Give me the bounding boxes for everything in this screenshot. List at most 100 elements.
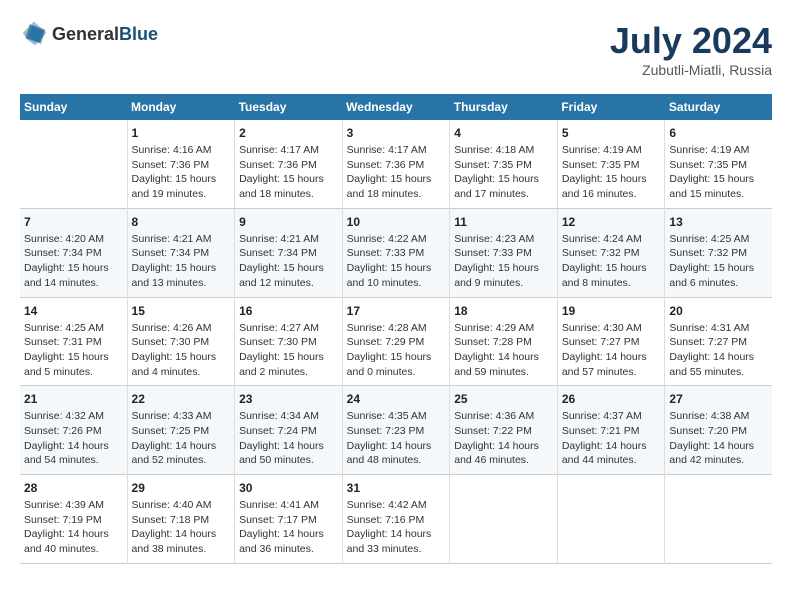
day-of-week-header: Monday — [127, 94, 235, 120]
day-details: Sunrise: 4:39 AM Sunset: 7:19 PM Dayligh… — [24, 498, 123, 557]
title-block: July 2024 Zubutli-Miatli, Russia — [610, 20, 772, 78]
day-details: Sunrise: 4:18 AM Sunset: 7:35 PM Dayligh… — [454, 143, 553, 202]
calendar-header-row: SundayMondayTuesdayWednesdayThursdayFrid… — [20, 94, 772, 120]
day-number: 20 — [669, 304, 768, 318]
calendar-cell: 21Sunrise: 4:32 AM Sunset: 7:26 PM Dayli… — [20, 386, 127, 475]
day-of-week-header: Saturday — [665, 94, 772, 120]
day-details: Sunrise: 4:26 AM Sunset: 7:30 PM Dayligh… — [132, 321, 231, 380]
day-details: Sunrise: 4:34 AM Sunset: 7:24 PM Dayligh… — [239, 409, 338, 468]
day-details: Sunrise: 4:40 AM Sunset: 7:18 PM Dayligh… — [132, 498, 231, 557]
day-number: 22 — [132, 392, 231, 406]
day-number: 24 — [347, 392, 446, 406]
day-details: Sunrise: 4:42 AM Sunset: 7:16 PM Dayligh… — [347, 498, 446, 557]
calendar-cell: 25Sunrise: 4:36 AM Sunset: 7:22 PM Dayli… — [450, 386, 558, 475]
day-details: Sunrise: 4:19 AM Sunset: 7:35 PM Dayligh… — [669, 143, 768, 202]
day-details: Sunrise: 4:21 AM Sunset: 7:34 PM Dayligh… — [132, 232, 231, 291]
calendar-week-row: 14 Sunrise: 4:25 AM Sunset: 7:31 PM Dayli… — [20, 297, 772, 386]
day-number: 23 — [239, 392, 338, 406]
logo: GeneralBlue — [20, 20, 158, 48]
day-number: 25 — [454, 392, 553, 406]
calendar-cell: 5 Sunrise: 4:19 AM Sunset: 7:35 PM Daylig… — [557, 120, 665, 208]
day-number: 26 — [562, 392, 661, 406]
calendar-cell: 22 Sunrise: 4:33 AM Sunset: 7:25 PM Dayli… — [127, 386, 235, 475]
calendar-cell — [665, 475, 772, 564]
calendar-cell: 19Sunrise: 4:30 AM Sunset: 7:27 PM Dayli… — [557, 297, 665, 386]
day-of-week-header: Sunday — [20, 94, 127, 120]
calendar-cell: 15Sunrise: 4:26 AM Sunset: 7:30 PM Dayli… — [127, 297, 235, 386]
day-details: Sunrise: 4:25 AM Sunset: 7:32 PM Dayligh… — [669, 232, 768, 291]
day-number: 11 — [454, 215, 553, 229]
day-number: 5 — [562, 126, 661, 140]
day-details: Sunrise: 4:25 AM Sunset: 7:31 PM Dayligh… — [24, 321, 123, 380]
day-number: 1 — [132, 126, 231, 140]
day-number: 4 — [454, 126, 553, 140]
day-of-week-header: Friday — [557, 94, 665, 120]
day-details: Sunrise: 4:29 AM Sunset: 7:28 PM Dayligh… — [454, 321, 553, 380]
calendar-cell: 4 Sunrise: 4:18 AM Sunset: 7:35 PM Daylig… — [450, 120, 558, 208]
day-number: 18 — [454, 304, 553, 318]
day-details: Sunrise: 4:37 AM Sunset: 7:21 PM Dayligh… — [562, 409, 661, 468]
day-details: Sunrise: 4:33 AM Sunset: 7:25 PM Dayligh… — [132, 409, 231, 468]
day-of-week-header: Tuesday — [235, 94, 343, 120]
day-number: 3 — [347, 126, 446, 140]
day-number: 27 — [669, 392, 768, 406]
day-number: 10 — [347, 215, 446, 229]
calendar-cell: 14 Sunrise: 4:25 AM Sunset: 7:31 PM Dayli… — [20, 297, 127, 386]
day-details: Sunrise: 4:28 AM Sunset: 7:29 PM Dayligh… — [347, 321, 446, 380]
day-number: 16 — [239, 304, 338, 318]
calendar-cell: 10 Sunrise: 4:22 AM Sunset: 7:33 PM Dayli… — [342, 208, 450, 297]
day-details: Sunrise: 4:41 AM Sunset: 7:17 PM Dayligh… — [239, 498, 338, 557]
day-details: Sunrise: 4:35 AM Sunset: 7:23 PM Dayligh… — [347, 409, 446, 468]
calendar-table: SundayMondayTuesdayWednesdayThursdayFrid… — [20, 94, 772, 564]
day-number: 13 — [669, 215, 768, 229]
calendar-cell: 17Sunrise: 4:28 AM Sunset: 7:29 PM Dayli… — [342, 297, 450, 386]
calendar-cell: 23 Sunrise: 4:34 AM Sunset: 7:24 PM Dayli… — [235, 386, 343, 475]
calendar-week-row: 28Sunrise: 4:39 AM Sunset: 7:19 PM Dayli… — [20, 475, 772, 564]
logo-icon — [20, 20, 48, 48]
calendar-cell: 3 Sunrise: 4:17 AM Sunset: 7:36 PM Daylig… — [342, 120, 450, 208]
calendar-cell: 1 Sunrise: 4:16 AM Sunset: 7:36 PM Daylig… — [127, 120, 235, 208]
day-number: 8 — [132, 215, 231, 229]
day-details: Sunrise: 4:16 AM Sunset: 7:36 PM Dayligh… — [132, 143, 231, 202]
day-number: 21 — [24, 392, 123, 406]
day-number: 7 — [24, 215, 123, 229]
calendar-cell: 27 Sunrise: 4:38 AM Sunset: 7:20 PM Dayli… — [665, 386, 772, 475]
day-number: 31 — [347, 481, 446, 495]
day-number: 30 — [239, 481, 338, 495]
calendar-cell: 20Sunrise: 4:31 AM Sunset: 7:27 PM Dayli… — [665, 297, 772, 386]
page-header: GeneralBlue July 2024 Zubutli-Miatli, Ru… — [20, 20, 772, 78]
calendar-cell: 30 Sunrise: 4:41 AM Sunset: 7:17 PM Dayli… — [235, 475, 343, 564]
calendar-cell: 7Sunrise: 4:20 AM Sunset: 7:34 PM Daylig… — [20, 208, 127, 297]
day-details: Sunrise: 4:17 AM Sunset: 7:36 PM Dayligh… — [347, 143, 446, 202]
calendar-week-row: 1 Sunrise: 4:16 AM Sunset: 7:36 PM Daylig… — [20, 120, 772, 208]
calendar-cell: 2Sunrise: 4:17 AM Sunset: 7:36 PM Daylig… — [235, 120, 343, 208]
day-details: Sunrise: 4:27 AM Sunset: 7:30 PM Dayligh… — [239, 321, 338, 380]
day-number: 12 — [562, 215, 661, 229]
day-number: 14 — [24, 304, 123, 318]
calendar-cell — [450, 475, 558, 564]
calendar-cell: 6 Sunrise: 4:19 AM Sunset: 7:35 PM Daylig… — [665, 120, 772, 208]
day-details: Sunrise: 4:19 AM Sunset: 7:35 PM Dayligh… — [562, 143, 661, 202]
logo-text: GeneralBlue — [52, 24, 158, 45]
calendar-cell: 11Sunrise: 4:23 AM Sunset: 7:33 PM Dayli… — [450, 208, 558, 297]
day-details: Sunrise: 4:30 AM Sunset: 7:27 PM Dayligh… — [562, 321, 661, 380]
day-details: Sunrise: 4:22 AM Sunset: 7:33 PM Dayligh… — [347, 232, 446, 291]
calendar-cell: 12 Sunrise: 4:24 AM Sunset: 7:32 PM Dayli… — [557, 208, 665, 297]
day-number: 2 — [239, 126, 338, 140]
day-number: 6 — [669, 126, 768, 140]
day-details: Sunrise: 4:21 AM Sunset: 7:34 PM Dayligh… — [239, 232, 338, 291]
day-number: 9 — [239, 215, 338, 229]
day-details: Sunrise: 4:38 AM Sunset: 7:20 PM Dayligh… — [669, 409, 768, 468]
calendar-cell: 16 Sunrise: 4:27 AM Sunset: 7:30 PM Dayli… — [235, 297, 343, 386]
calendar-cell: 28Sunrise: 4:39 AM Sunset: 7:19 PM Dayli… — [20, 475, 127, 564]
calendar-cell: 31 Sunrise: 4:42 AM Sunset: 7:16 PM Dayli… — [342, 475, 450, 564]
location-subtitle: Zubutli-Miatli, Russia — [610, 62, 772, 78]
day-details: Sunrise: 4:24 AM Sunset: 7:32 PM Dayligh… — [562, 232, 661, 291]
day-of-week-header: Thursday — [450, 94, 558, 120]
calendar-cell — [557, 475, 665, 564]
day-number: 29 — [132, 481, 231, 495]
calendar-cell: 9 Sunrise: 4:21 AM Sunset: 7:34 PM Daylig… — [235, 208, 343, 297]
calendar-cell — [20, 120, 127, 208]
calendar-week-row: 7Sunrise: 4:20 AM Sunset: 7:34 PM Daylig… — [20, 208, 772, 297]
calendar-cell: 18 Sunrise: 4:29 AM Sunset: 7:28 PM Dayli… — [450, 297, 558, 386]
